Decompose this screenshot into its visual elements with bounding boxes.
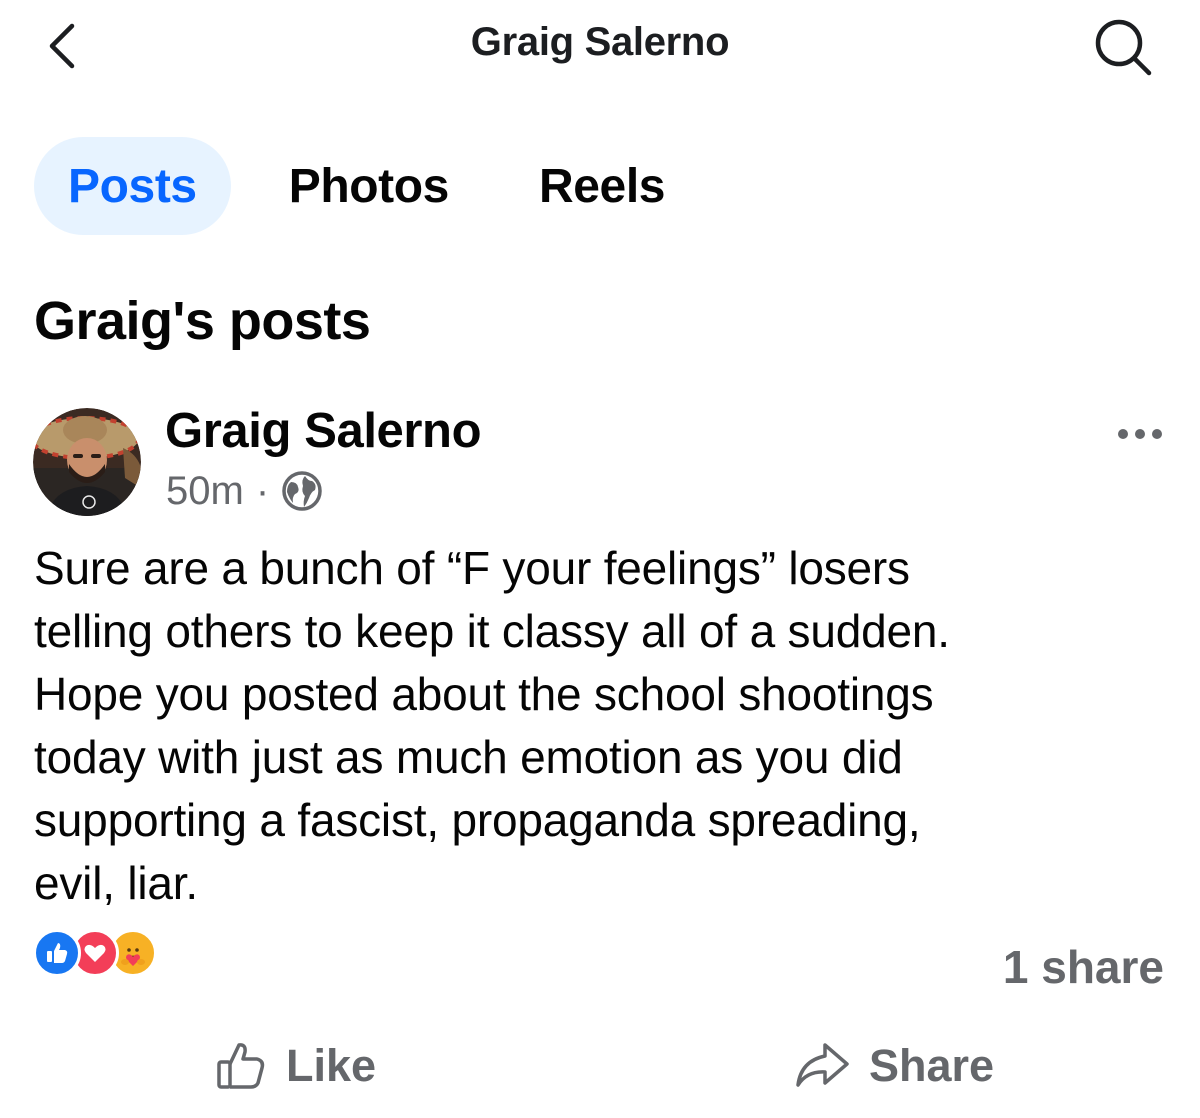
like-button[interactable]: Like bbox=[214, 1036, 376, 1096]
avatar[interactable] bbox=[33, 408, 141, 516]
globe-icon[interactable] bbox=[281, 470, 323, 512]
meta-separator: · bbox=[255, 468, 270, 513]
thumbs-up-icon bbox=[217, 1043, 265, 1089]
reactions-summary[interactable] bbox=[33, 929, 157, 977]
share-label: Share bbox=[869, 1040, 995, 1091]
section-title: Graig's posts bbox=[34, 291, 371, 351]
post-text-line: supporting a fascist, propaganda spreadi… bbox=[34, 794, 921, 846]
avatar-image bbox=[33, 408, 141, 516]
more-horizontal-icon bbox=[1118, 429, 1162, 439]
post-text-line: Hope you posted about the school shootin… bbox=[34, 668, 934, 720]
more-options-button[interactable] bbox=[1110, 414, 1170, 454]
search-icon bbox=[1095, 19, 1152, 76]
tab-photos[interactable]: Photos bbox=[289, 137, 450, 235]
share-count[interactable]: 1 share bbox=[1003, 940, 1164, 994]
page-title: Graig Salerno bbox=[470, 20, 730, 64]
post-text-line: Sure are a bunch of “F your feelings” lo… bbox=[34, 542, 910, 594]
profile-tabs: Posts Photos Reels bbox=[34, 137, 665, 235]
post-time[interactable]: 50m bbox=[166, 469, 244, 514]
top-bar: Graig Salerno bbox=[0, 0, 1200, 95]
post-meta: 50m · bbox=[166, 468, 323, 514]
like-label: Like bbox=[286, 1040, 377, 1091]
tab-posts[interactable]: Posts bbox=[34, 137, 231, 235]
share-button[interactable]: Share bbox=[793, 1036, 994, 1096]
post-text-line: today with just as much emotion as you d… bbox=[34, 731, 903, 783]
post-text-line: telling others to keep it classy all of … bbox=[34, 605, 950, 657]
post-text-line: evil, liar. bbox=[34, 857, 198, 909]
post-author-name[interactable]: Graig Salerno bbox=[165, 403, 482, 459]
tab-reels[interactable]: Reels bbox=[539, 137, 665, 235]
post-text: Sure are a bunch of “F your feelings” lo… bbox=[34, 537, 1174, 915]
search-button[interactable] bbox=[1080, 12, 1166, 82]
share-icon bbox=[796, 1043, 849, 1087]
like-reaction-icon bbox=[33, 929, 81, 977]
